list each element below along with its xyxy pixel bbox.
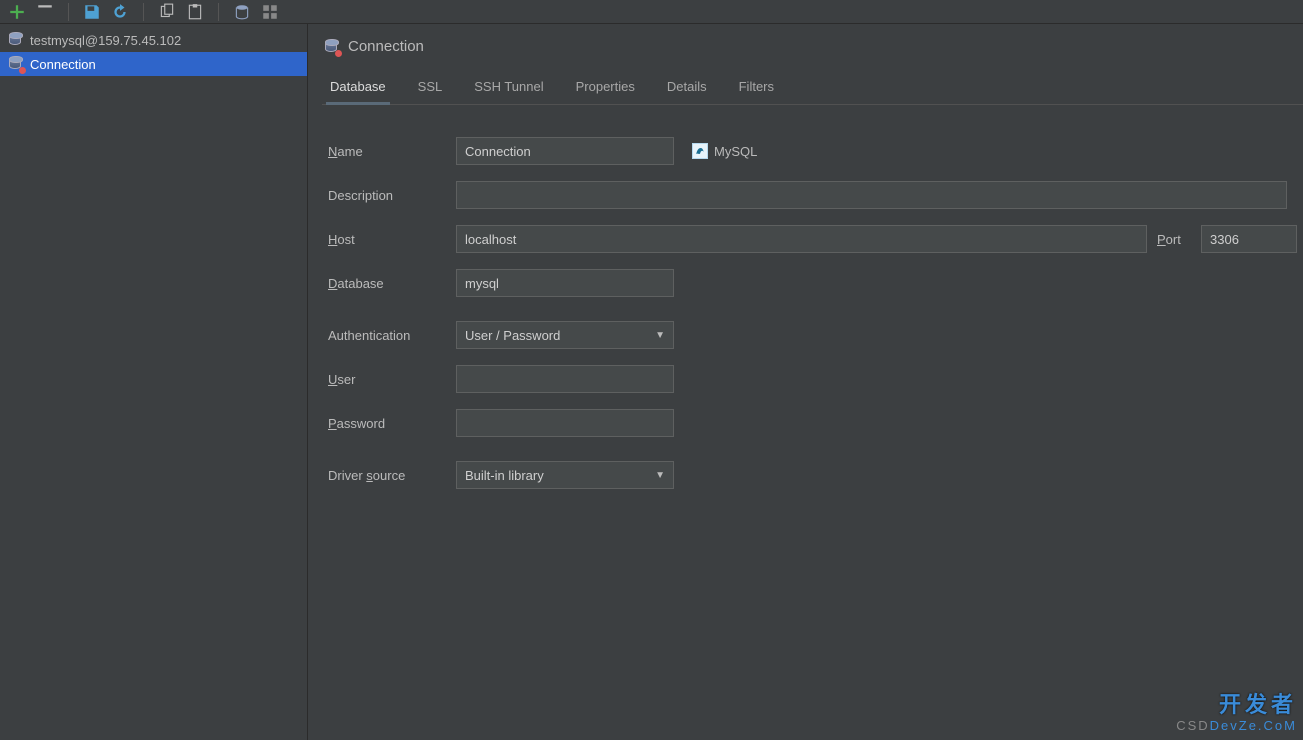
database-icon (8, 32, 24, 48)
page-title: Connection (348, 38, 424, 55)
refresh-icon[interactable] (111, 3, 129, 21)
toolbar-separator (68, 3, 69, 21)
dbtype-indicator: MySQL (692, 143, 757, 159)
database-icon (324, 39, 340, 55)
content-panel: Connection Database SSL SSH Tunnel Prope… (308, 24, 1303, 740)
database-icon (8, 56, 24, 72)
mysql-icon (692, 143, 708, 159)
watermark: 开发者 CSDDevZe.CoM (1176, 692, 1297, 734)
host-input[interactable] (456, 225, 1147, 253)
user-input[interactable] (456, 365, 674, 393)
sidebar-item-connection[interactable]: Connection (0, 52, 307, 76)
save-icon[interactable] (83, 3, 101, 21)
grid-icon[interactable] (261, 3, 279, 21)
sidebar-item-label: testmysql@159.75.45.102 (30, 33, 181, 48)
database-stack-icon[interactable] (233, 3, 251, 21)
toolbar-separator (143, 3, 144, 21)
tab-ssl[interactable]: SSL (416, 73, 445, 104)
row-driver-source: Driver source Built-in library ▼ (328, 461, 1297, 489)
label-host: Host (328, 232, 456, 247)
name-input[interactable] (456, 137, 674, 165)
label-port: Port (1157, 232, 1201, 247)
action-icon[interactable] (36, 3, 54, 21)
paste-icon[interactable] (186, 3, 204, 21)
label-name: Name (328, 144, 456, 159)
tab-details[interactable]: Details (665, 73, 709, 104)
driver-source-value: Built-in library (465, 468, 544, 483)
form: Name MySQL Description Host Port (322, 105, 1303, 489)
sidebar: testmysql@159.75.45.102 Connection (0, 24, 308, 740)
panel-header: Connection (322, 38, 1303, 55)
new-icon[interactable] (8, 3, 26, 21)
tab-ssh-tunnel[interactable]: SSH Tunnel (472, 73, 545, 104)
row-database: Database (328, 269, 1297, 297)
chevron-down-icon: ▼ (655, 470, 665, 481)
sidebar-item-label: Connection (30, 57, 96, 72)
copy-icon[interactable] (158, 3, 176, 21)
authentication-value: User / Password (465, 328, 560, 343)
row-password: Password (328, 409, 1297, 437)
password-input[interactable] (456, 409, 674, 437)
toolbar-separator (218, 3, 219, 21)
database-input[interactable] (456, 269, 674, 297)
label-authentication: Authentication (328, 328, 456, 343)
row-host: Host Port (328, 225, 1297, 253)
tabs: Database SSL SSH Tunnel Properties Detai… (322, 73, 1303, 105)
top-toolbar (0, 0, 1303, 24)
watermark-line1: 开发者 (1176, 692, 1297, 718)
label-password: Password (328, 416, 456, 431)
driver-source-select[interactable]: Built-in library ▼ (456, 461, 674, 489)
tab-properties[interactable]: Properties (574, 73, 637, 104)
label-description: Description (328, 188, 456, 203)
authentication-select[interactable]: User / Password ▼ (456, 321, 674, 349)
watermark-line2: CSDDevZe.CoM (1176, 718, 1297, 734)
label-driver-source: Driver source (328, 468, 456, 483)
label-database: Database (328, 276, 456, 291)
sidebar-item-connection-host[interactable]: testmysql@159.75.45.102 (0, 28, 307, 52)
tab-database[interactable]: Database (328, 73, 388, 104)
dbtype-name: MySQL (714, 144, 757, 159)
chevron-down-icon: ▼ (655, 330, 665, 341)
row-authentication: Authentication User / Password ▼ (328, 321, 1297, 349)
row-description: Description (328, 181, 1297, 209)
description-input[interactable] (456, 181, 1287, 209)
row-user: User (328, 365, 1297, 393)
label-user: User (328, 372, 456, 387)
main-area: testmysql@159.75.45.102 Connection Conne… (0, 24, 1303, 740)
tab-filters[interactable]: Filters (737, 73, 776, 104)
row-name: Name MySQL (328, 137, 1297, 165)
port-input[interactable] (1201, 225, 1297, 253)
